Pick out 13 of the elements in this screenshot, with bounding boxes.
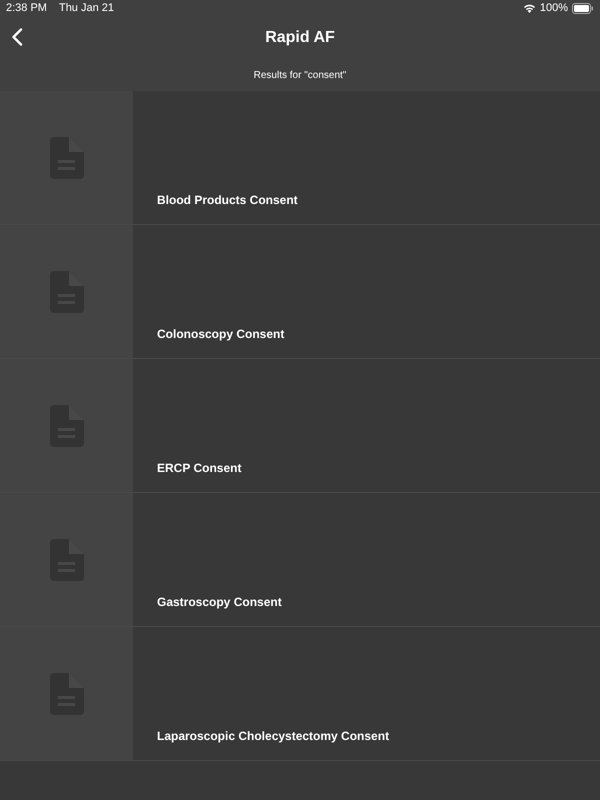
battery-percent: 100% [540,2,568,14]
result-title: Colonoscopy Consent [157,327,284,341]
wifi-icon [522,3,536,13]
result-title: ERCP Consent [157,461,242,475]
back-icon[interactable] [11,28,23,46]
status-date: Thu Jan 21 [58,2,114,14]
result-title: Blood Products Consent [157,193,298,207]
battery-icon [572,2,594,14]
nav-title: Rapid AF [265,29,335,47]
results-caption: Results for "consent" [254,70,346,81]
result-title: Gastroscopy Consent [157,595,282,609]
result-title: Laparoscopic Cholecystectomy Consent [157,729,390,743]
status-time: 2:38 PM [6,2,47,14]
